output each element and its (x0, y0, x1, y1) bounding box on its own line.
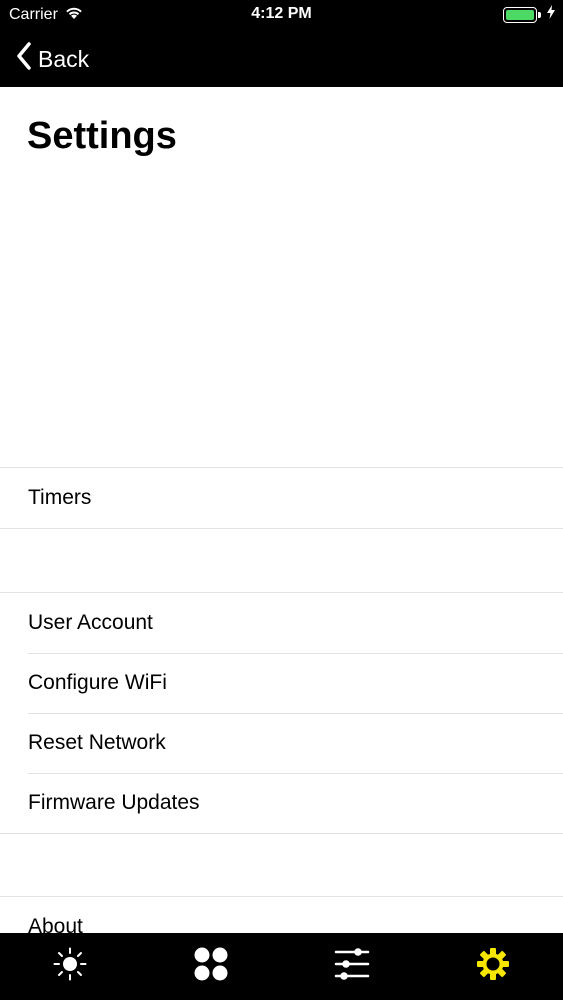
status-bar: Carrier 4:12 PM (0, 0, 563, 30)
list-item-label: Configure WiFi (28, 671, 167, 694)
sun-icon (53, 947, 87, 986)
charging-bolt-icon (547, 5, 555, 24)
list-item-label: Timers (28, 486, 92, 509)
tab-bar (0, 933, 563, 1000)
status-time: 4:12 PM (251, 5, 312, 22)
chevron-left-icon (16, 42, 32, 76)
page-title: Settings (27, 115, 177, 157)
tab-settings[interactable] (422, 933, 563, 1000)
settings-group-device: User Account Configure WiFi Reset Networ… (0, 592, 563, 834)
list-item-timers[interactable]: Timers (0, 468, 563, 528)
list-item-configure-wifi[interactable]: Configure WiFi (0, 653, 563, 713)
dots-grid-icon (193, 946, 229, 987)
sliders-icon (334, 947, 370, 986)
battery-level (506, 9, 534, 20)
back-label: Back (38, 45, 90, 72)
status-right (503, 5, 555, 24)
list-item-label: User Account (28, 611, 153, 634)
list-item-reset-network[interactable]: Reset Network (0, 713, 563, 773)
list-item-label: Reset Network (28, 731, 166, 754)
list-item-user-account[interactable]: User Account (0, 593, 563, 653)
battery-icon (503, 6, 541, 23)
settings-group-timers: Timers (0, 467, 563, 529)
tab-light[interactable] (0, 933, 141, 1000)
list-item-label: Firmware Updates (28, 791, 200, 814)
tab-adjust[interactable] (282, 933, 423, 1000)
gear-icon (476, 947, 510, 986)
navigation-bar: Back (0, 30, 563, 87)
back-button[interactable]: Back (16, 42, 89, 76)
list-item-firmware-updates[interactable]: Firmware Updates (0, 773, 563, 833)
tab-scenes[interactable] (141, 933, 282, 1000)
